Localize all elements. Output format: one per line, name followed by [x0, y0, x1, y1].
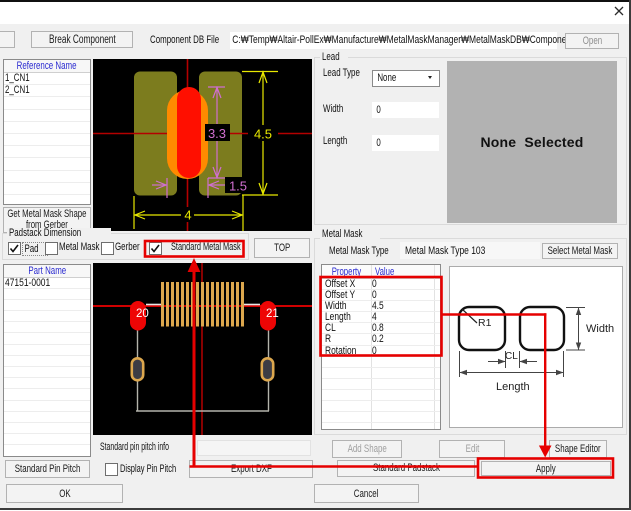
svg-text:20: 20 [136, 308, 149, 320]
svg-text:Width: Width [586, 323, 614, 335]
svg-text:Length: Length [496, 381, 530, 393]
svg-text:21: 21 [266, 308, 279, 320]
svg-text:4: 4 [184, 208, 191, 223]
svg-text:R1: R1 [478, 317, 492, 329]
svg-text:4.5: 4.5 [254, 127, 272, 142]
svg-text:1.5: 1.5 [229, 179, 247, 194]
svg-text:CL: CL [505, 351, 518, 362]
svg-text:3.3: 3.3 [208, 126, 226, 141]
